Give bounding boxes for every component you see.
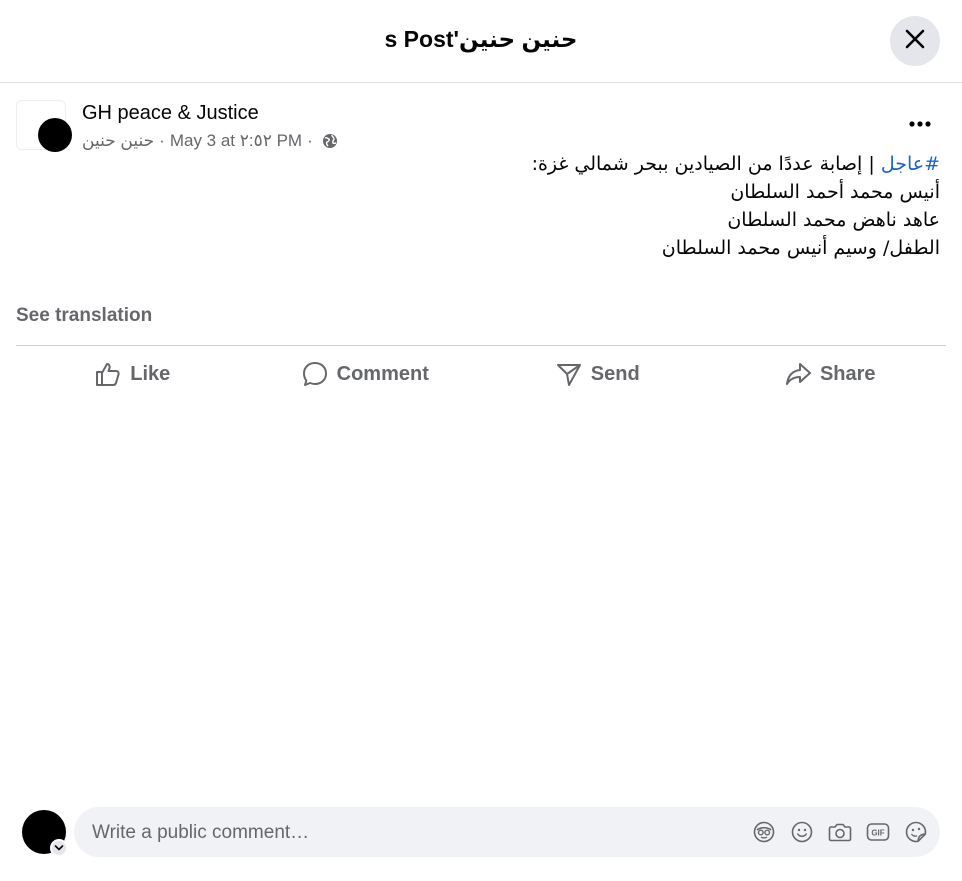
like-label: Like bbox=[130, 362, 171, 385]
more-icon bbox=[907, 115, 933, 133]
comment-label: Comment bbox=[336, 362, 429, 385]
post-dialog: حنين حنين's Post GH peace & Justice حنين… bbox=[0, 0, 962, 881]
avatar-sticker-icon[interactable] bbox=[752, 820, 776, 844]
post-options-button[interactable] bbox=[900, 108, 940, 140]
poster-name[interactable]: حنين حنين bbox=[82, 131, 154, 151]
see-translation-link[interactable]: See translation bbox=[16, 305, 152, 327]
dialog-title: حنين حنين's Post bbox=[384, 26, 578, 52]
actions-divider bbox=[16, 345, 946, 346]
comment-box: GIF bbox=[74, 807, 940, 859]
post-line-text: | إصابة عددًا من الصيادين ببحر شمالي غزة… bbox=[531, 153, 881, 175]
like-icon bbox=[94, 360, 122, 388]
hashtag-link[interactable]: #عاجل bbox=[881, 153, 940, 175]
comment-composer: GIF bbox=[0, 800, 962, 870]
composer-tools: GIF bbox=[752, 820, 928, 844]
sticker-icon[interactable] bbox=[904, 820, 928, 844]
post-line: عاهد ناهض محمد السلطان bbox=[727, 209, 940, 231]
send-button[interactable]: Send bbox=[481, 350, 714, 398]
post-actions: Like Comment Send Share bbox=[16, 350, 946, 398]
page-avatar[interactable] bbox=[38, 118, 72, 152]
like-button[interactable]: Like bbox=[16, 350, 249, 398]
post-author[interactable]: GH peace & Justice bbox=[82, 102, 259, 125]
post-line: #عاجل | إصابة عددًا من الصيادين ببحر شما… bbox=[180, 150, 940, 178]
post-meta: حنين حنين · May 3 at ٢:٥٢ PM · bbox=[82, 131, 338, 151]
share-icon bbox=[784, 360, 812, 388]
emoji-icon[interactable] bbox=[790, 820, 814, 844]
meta-separator: · bbox=[307, 131, 313, 150]
post-line: الطفل/ وسيم أنيس محمد السلطان bbox=[661, 237, 940, 259]
post-line: أنيس محمد أحمد السلطان bbox=[730, 181, 940, 203]
svg-text:GIF: GIF bbox=[871, 829, 884, 838]
dialog-header: حنين حنين's Post bbox=[0, 0, 962, 83]
send-icon bbox=[555, 360, 583, 388]
gif-icon[interactable]: GIF bbox=[866, 820, 890, 844]
share-label: Share bbox=[819, 362, 876, 385]
post-timestamp[interactable]: May 3 at ٢:٥٢ PM bbox=[170, 131, 302, 151]
camera-icon[interactable] bbox=[828, 820, 852, 844]
comment-input[interactable] bbox=[90, 807, 734, 859]
globe-icon[interactable] bbox=[322, 133, 338, 149]
comment-icon bbox=[301, 360, 329, 388]
meta-separator: · bbox=[159, 131, 165, 150]
send-label: Send bbox=[590, 362, 640, 385]
post-text: #عاجل | إصابة عددًا من الصيادين ببحر شما… bbox=[180, 150, 940, 262]
comment-button[interactable]: Comment bbox=[249, 350, 482, 398]
close-button[interactable] bbox=[890, 16, 940, 66]
share-button[interactable]: Share bbox=[714, 350, 947, 398]
chevron-down-icon[interactable] bbox=[50, 839, 68, 857]
close-icon bbox=[904, 28, 926, 55]
